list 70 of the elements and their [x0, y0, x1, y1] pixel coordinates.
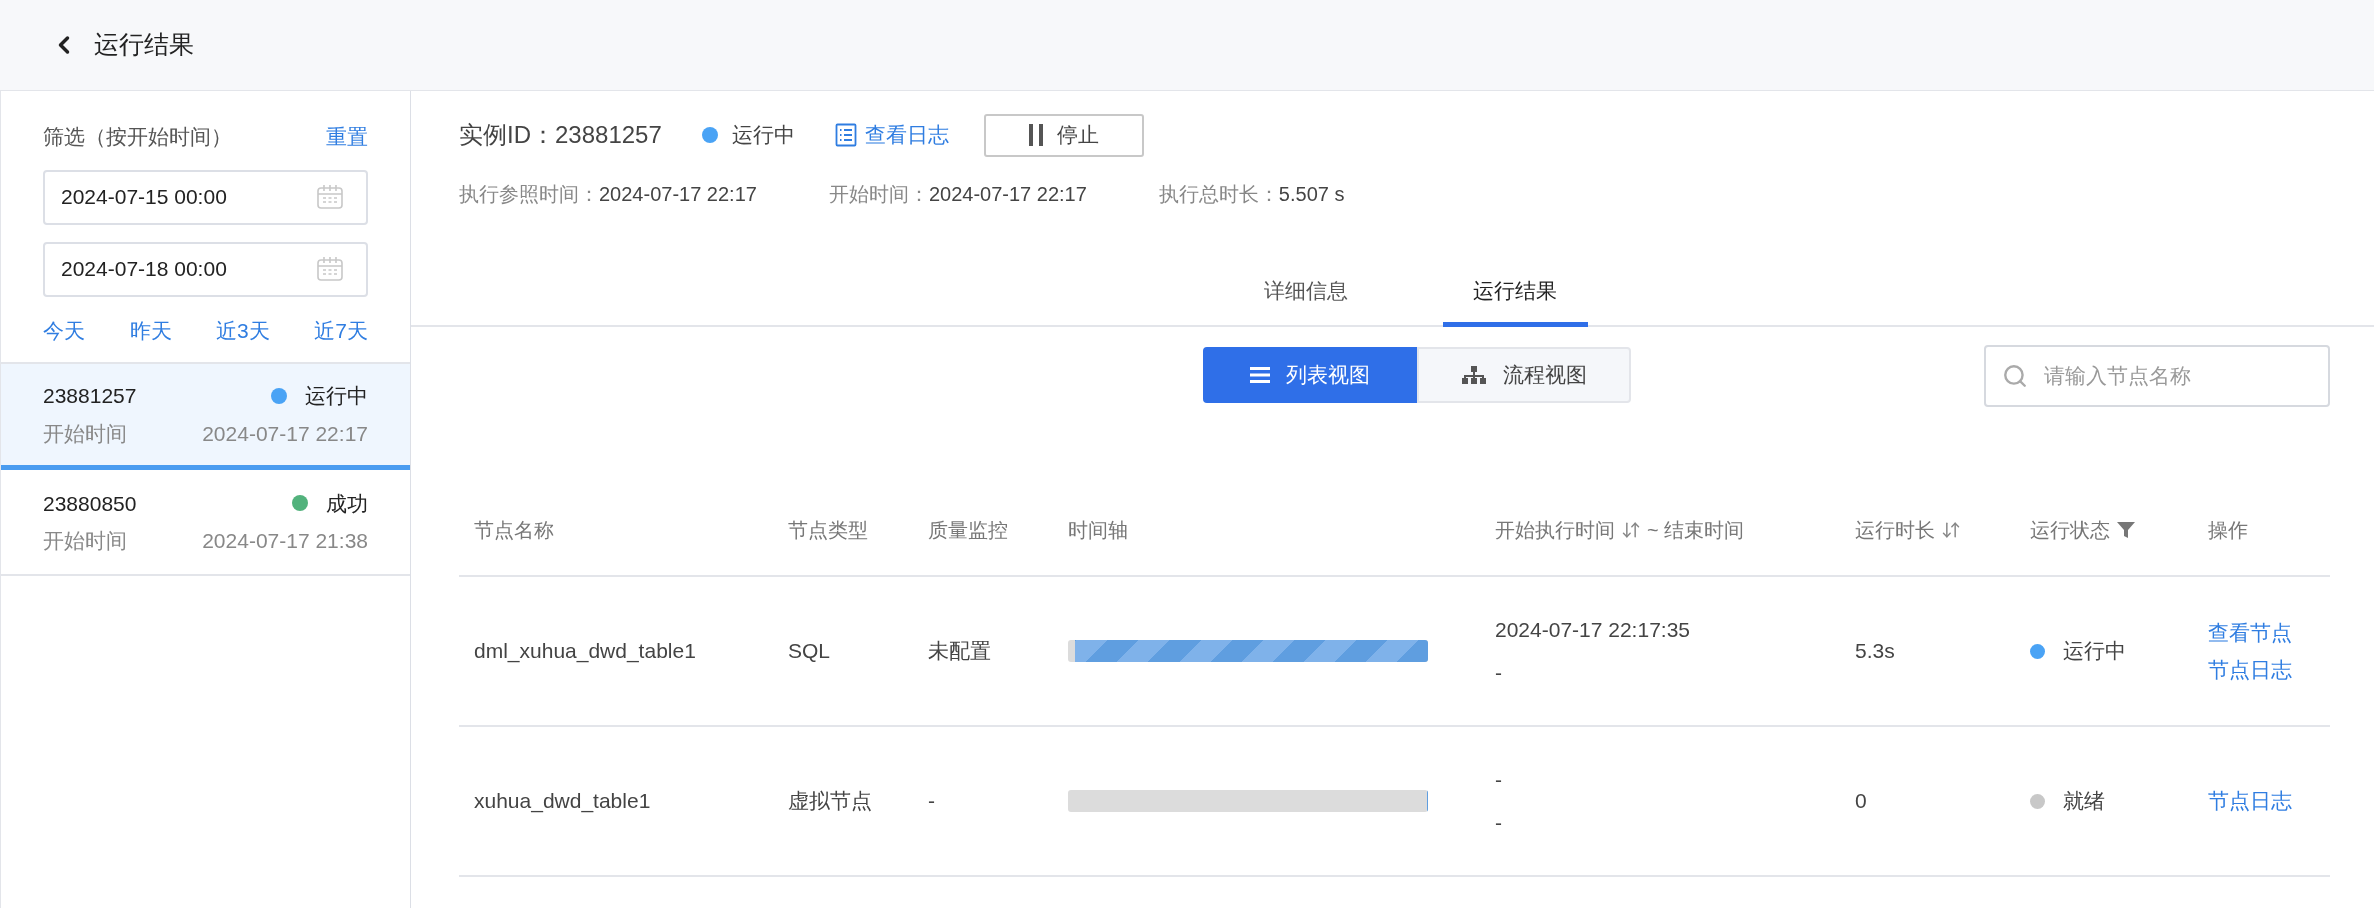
- start-time: -: [1495, 766, 1503, 793]
- instance-id-label: 实例ID：: [459, 120, 555, 150]
- instance-status: 运行中: [731, 122, 795, 149]
- end-time: -: [1495, 660, 1503, 686]
- run-id: 23881257: [43, 383, 137, 409]
- run-status: 运行中: [2063, 638, 2126, 665]
- run-status: 成功: [326, 490, 368, 517]
- node-name: xuhua_dwd_table1: [474, 789, 651, 813]
- column-header: 操作: [2208, 518, 2248, 543]
- search-field[interactable]: 请输入节点名称: [1984, 345, 2330, 407]
- quick-range-link[interactable]: 近3天: [216, 314, 270, 346]
- quick-range-link[interactable]: 昨天: [129, 314, 172, 346]
- view-toggle[interactable]: 列表视图: [1202, 347, 1417, 403]
- tab[interactable]: 详细信息: [1233, 271, 1379, 327]
- menu-icon: [1249, 366, 1270, 384]
- stop-button[interactable]: 停止: [983, 113, 1144, 157]
- filter-icon[interactable]: [2116, 520, 2136, 540]
- instance-id: 23881257: [555, 120, 662, 150]
- meta-value: 2024-07-17 22:17: [928, 182, 1087, 207]
- quality-monitor: -: [928, 789, 935, 813]
- column-header: ~ 结束时间: [1647, 518, 1745, 543]
- column-header: 开始执行时间: [1495, 518, 1615, 543]
- node-type: SQL: [788, 639, 831, 663]
- tab[interactable]: 运行结果: [1442, 271, 1588, 327]
- start-time-value: 2024-07-17 21:38: [202, 528, 368, 554]
- meta-value: 5.507 s: [1278, 182, 1345, 207]
- sort-icon[interactable]: [1621, 520, 1641, 540]
- calendar-icon: [316, 255, 344, 282]
- column-header: 节点名称: [474, 518, 554, 543]
- pause-icon: [1028, 124, 1043, 146]
- action-link[interactable]: 节点日志: [2208, 785, 2315, 817]
- run-duration: 0: [1855, 789, 1867, 813]
- run-status: 运行中: [305, 383, 368, 409]
- meta-label: 开始时间：: [828, 182, 929, 207]
- quality-monitor: 未配置: [928, 639, 991, 663]
- document-list-icon: [834, 123, 857, 147]
- node-type: 虚拟节点: [788, 789, 872, 813]
- start-time-value: 2024-07-17 22:17: [202, 420, 368, 447]
- start-time-label: 开始时间: [43, 420, 127, 447]
- date-field[interactable]: 2024-07-15 00:00: [43, 169, 368, 225]
- view-log-link[interactable]: 查看日志: [864, 119, 949, 151]
- end-time: -: [1495, 810, 1503, 836]
- start-time: 2024-07-17 22:17:35: [1495, 616, 1691, 643]
- hierarchy-icon: [1460, 366, 1487, 384]
- run-duration: 5.3s: [1855, 639, 1895, 663]
- filter-title: 筛选（按开始时间）: [43, 124, 232, 150]
- quick-range-link[interactable]: 今天: [43, 314, 85, 346]
- quick-range-link[interactable]: 近7天: [314, 314, 368, 346]
- search-icon: [2002, 363, 2028, 389]
- run-id: 23880850: [43, 490, 137, 517]
- reset-link[interactable]: 重置: [326, 121, 368, 153]
- meta-value: 2024-07-17 22:17: [599, 182, 757, 207]
- column-header: 节点类型: [788, 518, 868, 543]
- start-time-label: 开始时间: [43, 528, 127, 554]
- date-field[interactable]: 2024-07-18 00:00: [43, 241, 368, 297]
- run-list-item[interactable]: 23881257 运行中 开始时间 2024-07-17 22:17: [1, 364, 410, 470]
- action-link[interactable]: 查看节点: [2208, 616, 2315, 648]
- meta-label: 执行参照时间：: [459, 182, 599, 207]
- node-name: dml_xuhua_dwd_table1: [474, 639, 696, 663]
- run-status: 就绪: [2063, 788, 2105, 815]
- column-header: 质量监控: [928, 518, 1008, 543]
- view-toggle[interactable]: 流程视图: [1416, 347, 1631, 403]
- page-title: 运行结果: [94, 29, 194, 61]
- column-header: 运行时长: [1855, 518, 1935, 543]
- sort-icon[interactable]: [1941, 520, 1961, 540]
- action-link[interactable]: 节点日志: [2208, 654, 2315, 686]
- meta-label: 执行总时长：: [1158, 182, 1279, 207]
- column-header: 运行状态: [2030, 518, 2110, 543]
- column-header: 时间轴: [1068, 518, 1128, 543]
- calendar-icon: [316, 183, 344, 210]
